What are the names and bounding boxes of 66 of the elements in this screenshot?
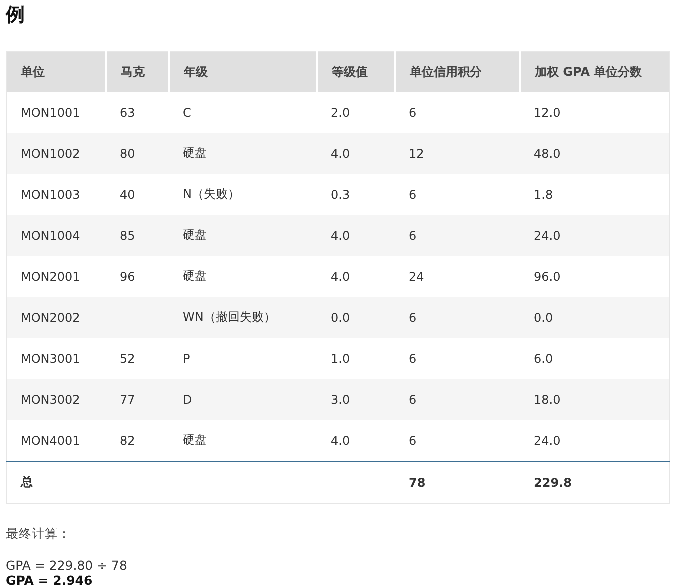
table-cell: 6 (409, 228, 417, 242)
table-cell: 96.0 (534, 270, 561, 284)
table-cell: 6 (409, 434, 417, 448)
table-cell: 4.0 (331, 434, 350, 448)
table-cell: 6 (409, 188, 417, 202)
table-cell: 6 (409, 352, 417, 366)
table-cell: D (183, 392, 192, 406)
table-cell: MON1001 (21, 106, 80, 120)
table-cell: 6 (409, 310, 417, 324)
calculation-formula: GPA = 229.80 ÷ 78 (6, 558, 128, 573)
table-cell: 77 (120, 392, 136, 406)
table-cell: WN（撤回失败） (183, 310, 276, 324)
total-cell: 总 (21, 475, 33, 489)
table-cell: 24 (409, 270, 424, 284)
table-cell: 4.0 (331, 228, 350, 242)
table-cell: 0.0 (534, 310, 554, 324)
table-cell: 0.3 (331, 188, 350, 202)
table-cell: 2.0 (331, 106, 350, 120)
table-cell: MON1003 (21, 188, 80, 202)
column-header: 单位信用积分 (395, 52, 520, 92)
table-cell: MON4001 (21, 434, 80, 448)
table-cell: 85 (120, 228, 136, 242)
table-cell: 硬盘 (183, 269, 207, 283)
table-cell: P (183, 352, 190, 366)
table-cell: 96 (120, 270, 136, 284)
table-cell: 18.0 (534, 392, 561, 406)
column-header: 年级 (169, 52, 317, 92)
table-cell: MON2001 (21, 270, 80, 284)
column-header: 单位 (6, 52, 106, 92)
table-cell: 80 (120, 146, 136, 160)
table-cell: 6 (409, 106, 417, 120)
table-cell: 48.0 (534, 146, 561, 160)
table-cell: N（失败） (183, 187, 240, 201)
table-cell: 硬盘 (183, 146, 207, 160)
heading: 例 (6, 4, 26, 26)
table-cell: 硬盘 (183, 228, 207, 242)
total-cell: 78 (409, 476, 426, 490)
table-cell: 1.8 (534, 188, 554, 202)
table-cell: 52 (120, 352, 136, 366)
table-cell: 24.0 (534, 228, 561, 242)
table-cell: MON1002 (21, 146, 80, 160)
table-cell: 硬盘 (183, 433, 207, 447)
table-cell: 82 (120, 434, 136, 448)
table-cell: 4.0 (331, 270, 350, 284)
table-cell: C (183, 106, 192, 120)
calculation-result: GPA = 2.946 (6, 573, 94, 586)
table-cell: 0.0 (331, 310, 350, 324)
table-cell: 4.0 (331, 146, 350, 160)
table-cell: 6 (409, 392, 417, 406)
table-cell: 1.0 (331, 352, 350, 366)
table-cell: 12.0 (534, 106, 561, 120)
table-cell: MON3001 (21, 352, 80, 366)
column-header: 等级值 (317, 52, 395, 92)
table-cell: 12 (409, 146, 424, 160)
table-cell: 63 (120, 106, 136, 120)
column-header: 加权 GPA 单位分数 (520, 52, 670, 92)
column-header: 马克 (106, 52, 169, 92)
table-cell: MON2002 (21, 310, 80, 324)
calculation-heading: 最终计算： (6, 526, 72, 543)
table-cell: MON3002 (21, 392, 80, 406)
total-cell: 229.8 (534, 476, 572, 490)
table-cell: 6.0 (534, 352, 554, 366)
table-cell: 24.0 (534, 434, 561, 448)
table-cell: MON1004 (21, 228, 80, 242)
table-cell: 3.0 (331, 392, 350, 406)
table-cell: 40 (120, 188, 136, 202)
